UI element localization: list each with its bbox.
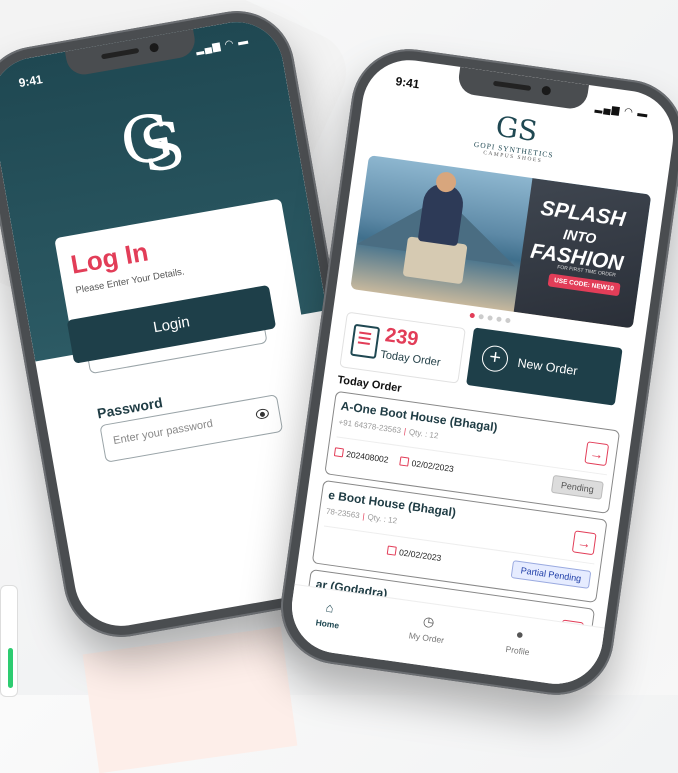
- order-date: 02/02/2023: [386, 545, 442, 563]
- today-order-label: Today Order: [379, 348, 442, 369]
- tab-profile[interactable]: ● Profile: [487, 623, 550, 660]
- calendar-icon: [399, 456, 410, 467]
- tab-my-order[interactable]: ◷ My Order: [396, 610, 459, 647]
- clipboard-icon: [350, 323, 381, 360]
- partial-device: [0, 585, 18, 697]
- banner-model: [402, 236, 468, 285]
- banner-headline: SPLASH INTO FASHION: [529, 196, 627, 276]
- status-badge: Partial Pending: [510, 560, 592, 589]
- user-icon: ●: [514, 626, 525, 643]
- chart-bar: [8, 648, 13, 688]
- gs-logo: GS: [115, 99, 191, 189]
- status-badge: Pending: [550, 474, 604, 500]
- home-icon: ⌂: [324, 599, 335, 616]
- arrow-right-icon[interactable]: →: [571, 530, 597, 556]
- order-id: 202408002: [333, 447, 389, 465]
- history-icon: ◷: [422, 613, 436, 630]
- order-date: 02/02/2023: [399, 456, 454, 474]
- calendar-icon: [386, 545, 397, 556]
- calendar-icon: [333, 447, 345, 458]
- today-order-count: 239: [383, 324, 420, 351]
- background-shape: [82, 626, 298, 773]
- status-time: 9:41: [394, 74, 421, 92]
- arrow-right-icon[interactable]: →: [584, 441, 610, 467]
- phone-notch: [456, 66, 589, 111]
- today-order-stat[interactable]: 239 Today Order: [339, 311, 466, 384]
- tab-home[interactable]: ⌂ Home: [297, 596, 360, 633]
- home-screen: 9:41 ▂▄▆ ◠ ▬ GS GOPI SYNTHETICS CAMPUS S…: [285, 54, 678, 690]
- home-phone: 9:41 ▂▄▆ ◠ ▬ GS GOPI SYNTHETICS CAMPUS S…: [273, 41, 678, 703]
- new-order-button[interactable]: + New Order: [466, 327, 623, 406]
- plus-icon: +: [480, 343, 510, 374]
- status-icons: ▂▄▆ ◠ ▬: [594, 102, 650, 121]
